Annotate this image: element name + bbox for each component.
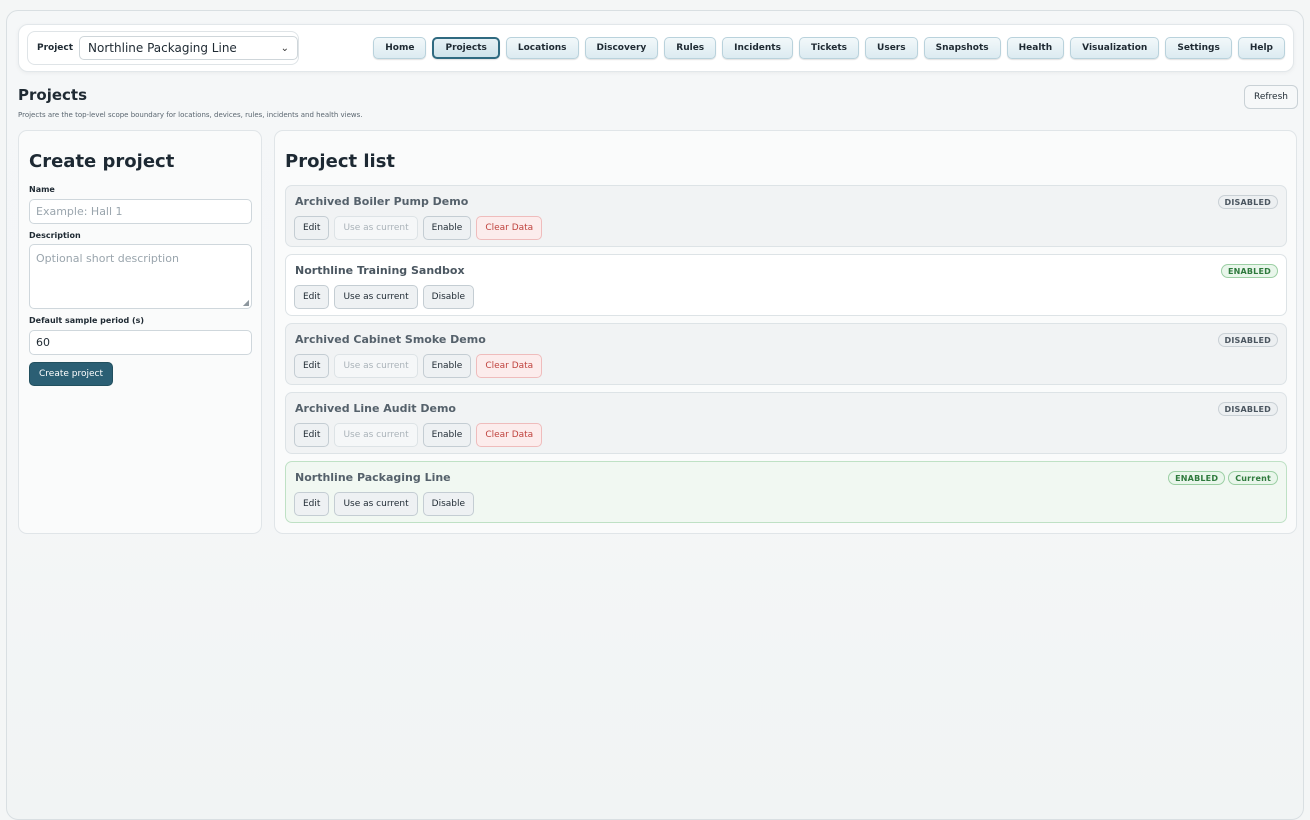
- description-label: Description: [29, 231, 81, 240]
- use-as-current-button: Use as current: [334, 216, 418, 240]
- use-as-current-button: Use as current: [334, 354, 418, 378]
- status-badge: DISABLED: [1217, 333, 1278, 347]
- nav-visualization-button[interactable]: Visualization: [1070, 37, 1160, 59]
- project-card: Northline Packaging Line ENABLED Current Ed…: [285, 461, 1287, 523]
- project-list-panel: Project list Archived Boiler Pump Demo DI…: [274, 130, 1297, 534]
- use-as-current-button: Use as current: [334, 423, 418, 447]
- project-name: Northline Training Sandbox: [295, 264, 465, 277]
- nav-home-button[interactable]: Home: [373, 37, 427, 59]
- enable-button[interactable]: Enable: [422, 216, 472, 240]
- chevron-down-icon: ⌄: [280, 42, 289, 54]
- nav-users-button[interactable]: Users: [865, 37, 918, 59]
- edit-button[interactable]: Edit: [294, 285, 330, 309]
- nav-settings-button[interactable]: Settings: [1165, 37, 1232, 59]
- project-selector-label: Project: [37, 43, 74, 53]
- nav-tickets-button[interactable]: Tickets: [798, 37, 860, 59]
- enable-button[interactable]: Enable: [422, 354, 472, 378]
- project-badges: DISABLED: [1217, 333, 1278, 347]
- project-badges: DISABLED: [1217, 402, 1278, 416]
- project-name: Archived Boiler Pump Demo: [295, 195, 469, 208]
- page-subtitle: Projects are the top-level scope boundar…: [18, 111, 363, 119]
- project-card: Archived Cabinet Smoke Demo DISABLED Edit U…: [285, 323, 1287, 385]
- edit-button[interactable]: Edit: [294, 492, 330, 516]
- name-input-placeholder: Example: Hall 1: [36, 205, 123, 218]
- page-title: Projects: [18, 86, 88, 104]
- create-project-panel: Create project Name Example: Hall 1 Desc…: [18, 130, 262, 534]
- project-name: Archived Cabinet Smoke Demo: [295, 333, 486, 346]
- sample-period-label: Default sample period (s): [29, 316, 145, 325]
- edit-button[interactable]: Edit: [294, 216, 330, 240]
- name-input[interactable]: Example: Hall 1: [29, 199, 252, 224]
- current-badge: Current: [1228, 471, 1278, 485]
- nav-snapshots-button[interactable]: Snapshots: [923, 37, 1001, 59]
- project-actions: Edit Use as current Enable Clear Data: [294, 216, 543, 240]
- nav-locations-button[interactable]: Locations: [505, 37, 579, 59]
- nav-help-button[interactable]: Help: [1237, 37, 1285, 59]
- clear-data-button[interactable]: Clear Data: [476, 216, 543, 240]
- project-actions: Edit Use as current Enable Clear Data: [294, 423, 543, 447]
- project-card: Northline Training Sandbox ENABLED Edit Use…: [285, 254, 1287, 316]
- project-name: Archived Line Audit Demo: [295, 402, 456, 415]
- clear-data-button[interactable]: Clear Data: [476, 423, 543, 447]
- status-badge: DISABLED: [1217, 195, 1278, 209]
- project-badges: ENABLED: [1220, 264, 1278, 278]
- description-placeholder: Optional short description: [36, 252, 179, 265]
- edit-button[interactable]: Edit: [294, 423, 330, 447]
- status-badge: DISABLED: [1217, 402, 1278, 416]
- project-name: Northline Packaging Line: [295, 471, 451, 484]
- status-badge: ENABLED: [1168, 471, 1226, 485]
- clear-data-button[interactable]: Clear Data: [476, 354, 543, 378]
- project-card: Archived Line Audit Demo DISABLED Edit Use …: [285, 392, 1287, 454]
- project-actions: Edit Use as current Disable: [294, 492, 475, 516]
- nav-projects-button[interactable]: Projects: [432, 37, 500, 59]
- resize-handle-icon[interactable]: ◢: [243, 298, 249, 307]
- description-textarea[interactable]: Optional short description ◢: [29, 244, 252, 309]
- project-actions: Edit Use as current Enable Clear Data: [294, 354, 543, 378]
- main-nav: Home Projects Locations Discovery Rules Incid…: [373, 37, 1285, 59]
- project-selector: Project Northline Packaging Line ⌄: [27, 31, 299, 65]
- create-project-title: Create project: [29, 151, 175, 172]
- project-actions: Edit Use as current Disable: [294, 285, 475, 309]
- nav-rules-button[interactable]: Rules: [664, 37, 717, 59]
- edit-button[interactable]: Edit: [294, 354, 330, 378]
- sample-period-value: 60: [36, 336, 50, 349]
- project-list-title: Project list: [285, 151, 396, 172]
- nav-incidents-button[interactable]: Incidents: [722, 37, 793, 59]
- project-select-value: Northline Packaging Line: [88, 41, 237, 55]
- use-as-current-button[interactable]: Use as current: [334, 285, 418, 309]
- disable-button[interactable]: Disable: [422, 492, 475, 516]
- project-badges: DISABLED: [1217, 195, 1278, 209]
- disable-button[interactable]: Disable: [422, 285, 475, 309]
- refresh-button[interactable]: Refresh: [1244, 85, 1298, 109]
- project-card: Archived Boiler Pump Demo DISABLED Edit Use…: [285, 185, 1287, 247]
- nav-health-button[interactable]: Health: [1006, 37, 1065, 59]
- project-badges: ENABLED Current: [1168, 471, 1278, 485]
- sample-period-input[interactable]: 60: [29, 330, 252, 355]
- nav-discovery-button[interactable]: Discovery: [584, 37, 659, 59]
- status-badge: ENABLED: [1220, 264, 1278, 278]
- name-label: Name: [29, 185, 55, 194]
- create-project-button[interactable]: Create project: [29, 362, 114, 386]
- enable-button[interactable]: Enable: [422, 423, 472, 447]
- use-as-current-button[interactable]: Use as current: [334, 492, 418, 516]
- top-bar: Project Northline Packaging Line ⌄ Home P…: [18, 24, 1294, 72]
- project-select[interactable]: Northline Packaging Line ⌄: [79, 36, 298, 60]
